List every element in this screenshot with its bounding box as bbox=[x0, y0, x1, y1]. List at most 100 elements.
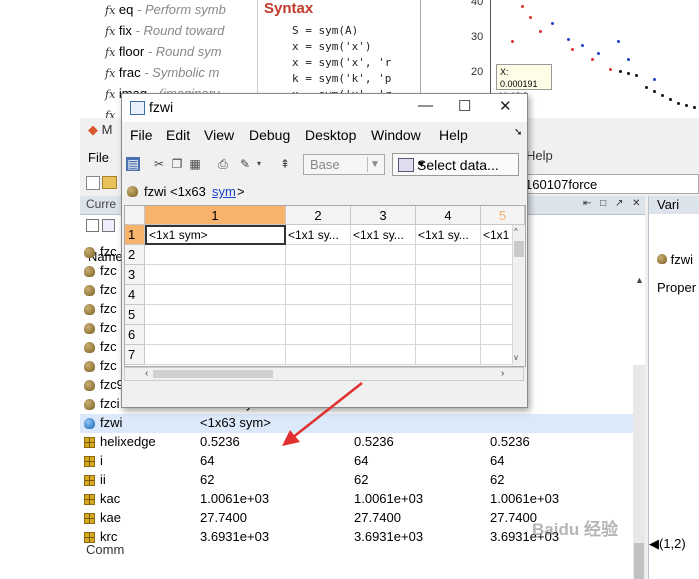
grid-cell[interactable] bbox=[416, 305, 481, 325]
menu-desktop[interactable]: Desktop bbox=[305, 127, 356, 143]
help-item-fix[interactable]: fx fix - Round toward bbox=[105, 23, 224, 38]
minimize-button[interactable]: — bbox=[418, 97, 433, 114]
grid-cell[interactable] bbox=[481, 245, 513, 265]
stack-icon[interactable]: ⇞ bbox=[278, 157, 292, 171]
data-tip[interactable]: X: 0.000191 Y: 12.8 bbox=[496, 64, 552, 101]
row-header[interactable]: 1 bbox=[125, 225, 145, 245]
list-toolbar-icon[interactable] bbox=[86, 219, 99, 232]
grid-cell[interactable] bbox=[351, 245, 416, 265]
import-data-icon[interactable]: ▤ bbox=[126, 157, 140, 171]
grid-cell[interactable] bbox=[481, 325, 513, 345]
row-header[interactable]: 7 bbox=[125, 345, 145, 365]
scroll-down-icon[interactable]: v bbox=[514, 353, 518, 362]
column-header[interactable]: 2 bbox=[286, 206, 351, 225]
grid-cell[interactable] bbox=[145, 345, 286, 365]
row-header[interactable]: 2 bbox=[125, 245, 145, 265]
grid-cell[interactable] bbox=[481, 345, 513, 365]
scroll-right-icon[interactable]: › bbox=[501, 368, 504, 379]
menu-window[interactable]: Window bbox=[371, 127, 421, 143]
grid-cell[interactable] bbox=[286, 325, 351, 345]
grid-cell[interactable] bbox=[481, 265, 513, 285]
grid-cell[interactable] bbox=[145, 245, 286, 265]
grid-cell[interactable] bbox=[351, 325, 416, 345]
help-item-frac[interactable]: fx frac - Symbolic m bbox=[105, 65, 219, 80]
grid-cell[interactable] bbox=[416, 245, 481, 265]
menu-debug[interactable]: Debug bbox=[249, 127, 290, 143]
maximize-button[interactable]: ☐ bbox=[458, 97, 471, 115]
grid-cell[interactable] bbox=[351, 345, 416, 365]
grid-cell-active[interactable]: <1x1 sym> bbox=[145, 225, 286, 245]
workspace-panel-controls[interactable]: ⇤ □ ↗ ✕ bbox=[583, 198, 644, 209]
grid-vertical-scrollbar[interactable]: ^ v bbox=[513, 225, 525, 366]
column-header[interactable]: 3 bbox=[351, 206, 416, 225]
scroll-thumb[interactable] bbox=[514, 241, 524, 257]
grid-cell[interactable] bbox=[416, 325, 481, 345]
row-header[interactable]: 5 bbox=[125, 305, 145, 325]
scroll-up-icon[interactable]: ▲ bbox=[635, 275, 644, 285]
column-header[interactable]: 1 bbox=[145, 206, 286, 225]
paste-icon[interactable]: ▦ bbox=[188, 157, 202, 171]
grid-cell[interactable] bbox=[286, 265, 351, 285]
grid-cell[interactable] bbox=[145, 325, 286, 345]
left-arrow-icon[interactable]: ◀ bbox=[649, 536, 659, 551]
print-icon[interactable]: ⎙ bbox=[216, 157, 230, 171]
current-path-field[interactable]: 160107force bbox=[520, 174, 699, 194]
workspace-row[interactable]: kac 1.0061e+03 1.0061e+03 1.0061e+03 bbox=[80, 490, 645, 509]
scroll-up-icon[interactable]: ^ bbox=[514, 227, 518, 236]
grid-cell[interactable] bbox=[286, 245, 351, 265]
plot-tools-icon[interactable]: ✎ bbox=[238, 157, 252, 171]
close-button[interactable]: ✕ bbox=[499, 97, 512, 115]
copy-icon[interactable]: ❐ bbox=[170, 157, 184, 171]
scroll-left-icon[interactable]: ‹ bbox=[145, 368, 148, 379]
grid-cell[interactable] bbox=[481, 285, 513, 305]
grid-cell[interactable]: <1x1 sy... bbox=[286, 225, 351, 245]
grid-cell[interactable] bbox=[351, 265, 416, 285]
base-workspace-dropdown[interactable]: Base ▼ bbox=[303, 154, 385, 175]
menu-file[interactable]: File bbox=[130, 127, 153, 143]
matlab-menu-help[interactable]: Help bbox=[526, 148, 553, 163]
matlab-menu-file[interactable]: File bbox=[88, 150, 109, 165]
cut-icon[interactable]: ✂ bbox=[152, 157, 166, 171]
grid-cell[interactable] bbox=[351, 285, 416, 305]
column-header[interactable]: 4 bbox=[416, 206, 481, 225]
menu-view[interactable]: View bbox=[204, 127, 234, 143]
scroll-thumb[interactable] bbox=[153, 370, 273, 378]
grid-cell[interactable] bbox=[286, 345, 351, 365]
variable-class-link[interactable]: sym bbox=[212, 184, 236, 199]
menu-help[interactable]: Help bbox=[439, 127, 468, 143]
grid-horizontal-scrollbar[interactable]: ‹ › bbox=[124, 367, 524, 381]
help-item-floor[interactable]: fx floor - Round sym bbox=[105, 44, 222, 59]
workspace-scrollbar[interactable] bbox=[633, 365, 645, 579]
row-header[interactable]: 6 bbox=[125, 325, 145, 345]
grid-corner[interactable] bbox=[125, 206, 145, 225]
variable-grid[interactable]: 1 2 3 4 5 1 2 3 4 5 6 7 <1x1 sym> <1x1 s… bbox=[124, 205, 526, 367]
grid-cell[interactable]: <1x1 sy... bbox=[416, 225, 481, 245]
grid-cell[interactable] bbox=[286, 305, 351, 325]
chevron-down-icon[interactable]: ▾ bbox=[252, 157, 266, 171]
grid-cell[interactable] bbox=[145, 305, 286, 325]
variables-panel-var[interactable]: fzwi bbox=[657, 252, 693, 267]
grid-cell[interactable] bbox=[416, 345, 481, 365]
open-folder-icon[interactable] bbox=[102, 176, 117, 189]
list-toolbar-icon[interactable] bbox=[102, 219, 115, 232]
grid-cell[interactable] bbox=[481, 305, 513, 325]
menu-overflow-icon[interactable]: ➘ bbox=[514, 127, 522, 138]
workspace-row[interactable]: fzwi <1x63 sym> bbox=[80, 414, 645, 433]
help-item-eq[interactable]: fx eq - Perform symb bbox=[105, 2, 226, 17]
grid-cell[interactable] bbox=[416, 265, 481, 285]
grid-cell[interactable]: <1x1 bbox=[481, 225, 513, 245]
new-file-icon[interactable] bbox=[86, 176, 100, 190]
menu-edit[interactable]: Edit bbox=[166, 127, 190, 143]
grid-cell[interactable] bbox=[145, 285, 286, 305]
command-window-label[interactable]: Comm bbox=[86, 542, 124, 557]
grid-cell[interactable] bbox=[286, 285, 351, 305]
row-header[interactable]: 3 bbox=[125, 265, 145, 285]
grid-cell[interactable] bbox=[351, 305, 416, 325]
workspace-row[interactable]: ii 62 62 62 bbox=[80, 471, 645, 490]
workspace-row[interactable]: i 64 64 64 bbox=[80, 452, 645, 471]
select-data-button[interactable]: Select data... ▼ bbox=[392, 153, 519, 176]
row-header[interactable]: 4 bbox=[125, 285, 145, 305]
grid-cell[interactable] bbox=[145, 265, 286, 285]
column-header[interactable]: 5 bbox=[481, 206, 525, 225]
scroll-thumb[interactable] bbox=[634, 543, 644, 579]
